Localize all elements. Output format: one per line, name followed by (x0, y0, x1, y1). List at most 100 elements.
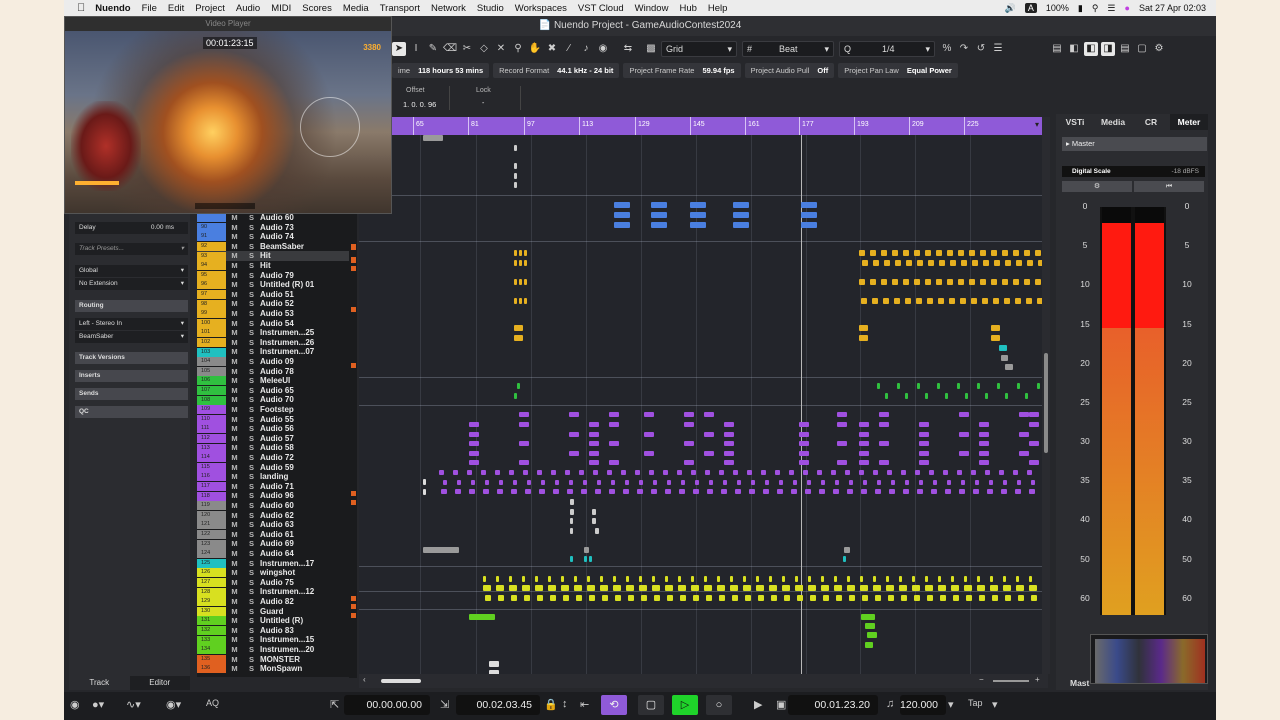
audio-event[interactable] (704, 412, 714, 417)
audio-event[interactable] (1016, 576, 1019, 582)
ruler-menu-icon[interactable]: ▾ (1035, 120, 1039, 129)
audio-event[interactable] (931, 489, 937, 494)
show-toolbar-icon[interactable]: ▤ (1118, 42, 1132, 56)
right-locator-field[interactable]: 00.02.03.45 (456, 695, 540, 715)
range-tool-icon[interactable]: I (409, 42, 423, 56)
menu-media[interactable]: Media (343, 3, 369, 14)
solo-button[interactable]: S (243, 453, 260, 463)
audio-event[interactable] (784, 595, 790, 601)
audio-event[interactable] (933, 480, 937, 485)
audio-event[interactable] (613, 585, 621, 591)
record-button[interactable]: ○ (706, 695, 732, 715)
time-display-icon[interactable]: ▣ (776, 698, 786, 711)
audio-event[interactable] (959, 489, 965, 494)
audio-event[interactable] (469, 451, 479, 456)
track-name[interactable]: Untitled (R) 01 (260, 280, 357, 290)
audio-event[interactable] (469, 422, 479, 427)
audio-event[interactable] (836, 595, 842, 601)
hand-tool-icon[interactable]: ✋ (528, 42, 542, 56)
track-row[interactable]: 122 M S Audio 61 (197, 530, 357, 540)
record-mode-icon[interactable]: ●▾ (92, 698, 104, 711)
audio-event[interactable] (831, 470, 836, 475)
audio-event[interactable] (919, 480, 923, 485)
audio-event[interactable] (799, 422, 809, 427)
audio-event[interactable] (691, 585, 699, 591)
audio-event[interactable] (819, 489, 825, 494)
audio-event[interactable] (810, 595, 816, 601)
right-locator-icon[interactable]: ⇲ (440, 698, 449, 711)
audio-event[interactable] (570, 499, 574, 505)
audio-event[interactable] (589, 460, 599, 465)
show-lower-zone-icon[interactable]: ▤ (1050, 42, 1064, 56)
audio-event[interactable] (971, 298, 977, 304)
audio-event[interactable] (938, 585, 946, 591)
mute-button[interactable]: M (226, 242, 243, 252)
solo-button[interactable]: S (243, 482, 260, 492)
input-source-icon[interactable]: A (1024, 3, 1037, 13)
audio-event[interactable] (917, 489, 923, 494)
audio-event[interactable] (859, 470, 864, 475)
audio-event[interactable] (859, 335, 868, 341)
audio-event[interactable] (891, 480, 895, 485)
audio-event[interactable] (949, 298, 955, 304)
audio-event[interactable] (844, 547, 850, 553)
lock-value[interactable]: - (482, 100, 484, 107)
track-row[interactable]: 128 M S Instrumen...12 (197, 587, 357, 597)
audio-event[interactable] (511, 489, 517, 494)
audio-event[interactable] (677, 470, 682, 475)
menu-window[interactable]: Window (635, 3, 669, 14)
audio-event[interactable] (1015, 298, 1021, 304)
solo-button[interactable]: S (243, 434, 260, 444)
audio-event[interactable] (950, 260, 956, 266)
audio-event[interactable] (651, 202, 667, 208)
audio-event[interactable] (1016, 585, 1024, 591)
audio-event[interactable] (917, 383, 920, 389)
mute-button[interactable]: M (226, 463, 243, 473)
audio-event[interactable] (514, 335, 523, 341)
meter-bottom-tab[interactable]: Mast (1070, 678, 1089, 688)
track-row[interactable]: 131 M S Untitled (R) (197, 616, 357, 626)
audio-event[interactable] (1005, 260, 1011, 266)
audio-event[interactable] (637, 489, 643, 494)
sync-icon[interactable]: ▶ (754, 698, 762, 711)
audio-event[interactable] (875, 595, 881, 601)
mute-button[interactable]: M (226, 232, 243, 242)
audio-event[interactable] (602, 595, 608, 601)
audio-event[interactable] (485, 480, 489, 485)
audio-event[interactable] (1013, 470, 1018, 475)
track-name[interactable]: Guard (260, 607, 357, 617)
cycle-button[interactable]: ⟲ (601, 695, 627, 715)
audio-event[interactable] (576, 595, 582, 601)
audio-event[interactable] (707, 489, 713, 494)
audio-event[interactable] (943, 470, 948, 475)
audio-event[interactable] (626, 576, 629, 582)
audio-event[interactable] (834, 585, 842, 591)
timeline-ruler[interactable]: 49658197113129145161177193209225▾ (359, 117, 1048, 135)
audio-event[interactable] (498, 595, 504, 601)
track-row[interactable]: 105 M S Audio 78 (197, 367, 357, 377)
audio-event[interactable] (665, 489, 671, 494)
grid-type-dropdown[interactable]: # Beat ▾ (742, 41, 834, 57)
audio-event[interactable] (745, 595, 751, 601)
audio-event[interactable] (939, 260, 945, 266)
audio-event[interactable] (997, 383, 1000, 389)
audio-event[interactable] (651, 489, 657, 494)
audio-event[interactable] (1031, 595, 1037, 601)
audio-event[interactable] (906, 260, 912, 266)
snap-icon[interactable]: ▩ (644, 42, 658, 56)
track-name[interactable]: Audio 60 (260, 213, 357, 223)
track-name[interactable]: Audio 59 (260, 463, 357, 473)
audio-event[interactable] (469, 460, 479, 465)
audio-event[interactable] (1027, 260, 1033, 266)
track-name[interactable]: Audio 79 (260, 271, 357, 281)
tab-cr[interactable]: CR (1132, 114, 1170, 130)
audio-event[interactable] (527, 480, 531, 485)
audio-event[interactable] (859, 460, 869, 465)
audio-event[interactable] (644, 432, 654, 437)
mute-button[interactable]: M (226, 597, 243, 607)
lock-icon[interactable]: 🔒 (544, 698, 558, 711)
audio-event[interactable] (574, 576, 577, 582)
audio-event[interactable] (801, 212, 817, 218)
solo-button[interactable]: S (243, 386, 260, 396)
audio-event[interactable] (609, 489, 615, 494)
